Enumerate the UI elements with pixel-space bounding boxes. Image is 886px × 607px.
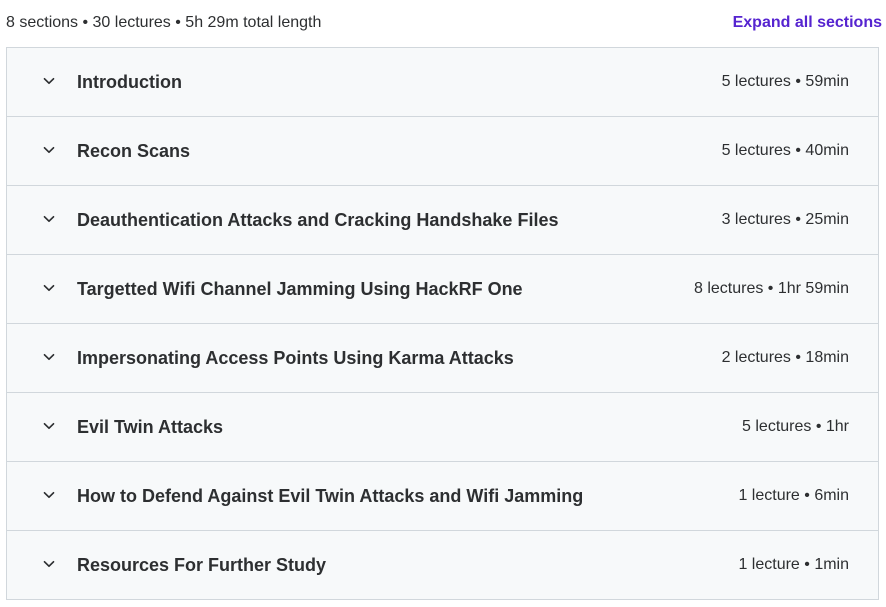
section-row[interactable]: Recon Scans 5 lectures • 40min: [7, 117, 878, 186]
section-row[interactable]: Targetted Wifi Channel Jamming Using Hac…: [7, 255, 878, 324]
curriculum-summary: 8 sections • 30 lectures • 5h 29m total …: [6, 14, 322, 31]
section-title: Targetted Wifi Channel Jamming Using Hac…: [77, 278, 523, 299]
expand-all-sections-button[interactable]: Expand all sections: [733, 14, 882, 32]
section-title: Resources For Further Study: [77, 554, 327, 575]
section-row[interactable]: Impersonating Access Points Using Karma …: [7, 324, 878, 393]
chevron-down-icon: [42, 212, 56, 226]
section-meta: 5 lectures • 1hr: [742, 418, 849, 435]
section-row[interactable]: Evil Twin Attacks 5 lectures • 1hr: [7, 393, 878, 462]
section-title: How to Defend Against Evil Twin Attacks …: [77, 485, 584, 506]
section-row[interactable]: Resources For Further Study 1 lecture • …: [7, 531, 878, 600]
section-row[interactable]: Introduction 5 lectures • 59min: [7, 48, 878, 117]
section-meta: 5 lectures • 40min: [721, 142, 849, 159]
section-meta: 1 lecture • 1min: [738, 556, 849, 573]
section-title: Introduction: [77, 71, 182, 92]
section-meta: 1 lecture • 6min: [738, 487, 849, 504]
section-meta: 3 lectures • 25min: [721, 211, 849, 228]
chevron-down-icon: [42, 488, 56, 502]
section-title: Evil Twin Attacks: [77, 416, 224, 437]
section-row[interactable]: Deauthentication Attacks and Cracking Ha…: [7, 186, 878, 255]
section-meta: 8 lectures • 1hr 59min: [693, 280, 849, 297]
chevron-down-icon: [42, 74, 56, 88]
chevron-down-icon: [42, 281, 56, 295]
section-meta: 5 lectures • 59min: [721, 73, 849, 90]
chevron-down-icon: [42, 557, 56, 571]
section-list: Introduction 5 lectures • 59min Recon Sc…: [6, 47, 879, 600]
section-row[interactable]: How to Defend Against Evil Twin Attacks …: [7, 462, 878, 531]
chevron-down-icon: [42, 419, 56, 433]
section-title: Deauthentication Attacks and Cracking Ha…: [77, 209, 559, 230]
section-title: Impersonating Access Points Using Karma …: [77, 347, 514, 368]
chevron-down-icon: [42, 143, 56, 157]
curriculum-header: 8 sections • 30 lectures • 5h 29m total …: [6, 0, 882, 46]
section-meta: 2 lectures • 18min: [721, 349, 849, 366]
chevron-down-icon: [42, 350, 56, 364]
section-title: Recon Scans: [77, 140, 191, 161]
